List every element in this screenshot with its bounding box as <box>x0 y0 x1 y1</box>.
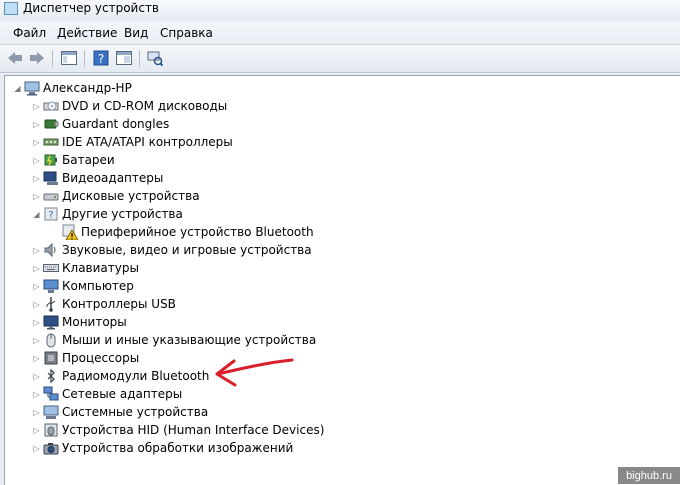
expand-icon[interactable]: ▷ <box>32 133 41 151</box>
bluetooth-icon <box>47 368 55 384</box>
annotation-arrow-icon <box>215 358 294 387</box>
usb-icon <box>46 297 56 312</box>
keyboard-icon <box>43 264 59 272</box>
tree-item[interactable]: ▷ Звуковые, видео и игровые устройства <box>32 241 312 259</box>
menu-file[interactable]: Файл <box>13 26 46 40</box>
warning-device-icon <box>62 224 78 240</box>
tree-item[interactable]: ▷ Компьютер <box>32 277 134 295</box>
battery-icon <box>44 154 57 166</box>
svg-text:?: ? <box>98 52 104 66</box>
processor-icon <box>44 351 58 365</box>
device-tree: ◢ Александр-HP ▷ DVD и CD-ROM дисководы … <box>4 75 680 485</box>
tree-item[interactable]: ▷ Сетевые адаптеры <box>32 385 182 403</box>
tree-item[interactable]: ▷ Дисковые устройства <box>32 187 199 205</box>
toolbar-separator <box>84 50 85 67</box>
tree-item[interactable]: ▷ DVD и CD-ROM дисководы <box>32 97 227 115</box>
show-hide-console-tree-button[interactable] <box>60 49 78 67</box>
menu-bar: Файл Действие Вид Справка <box>0 22 680 45</box>
menu-view[interactable]: Вид <box>124 26 148 40</box>
tree-item[interactable]: ▷ Мыши и иные указывающие устройства <box>32 331 316 349</box>
computer-root-icon <box>24 81 40 96</box>
expand-icon[interactable]: ▷ <box>32 367 41 385</box>
tree-item[interactable]: ▷ Клавиатуры <box>32 259 139 277</box>
window-title: Диспетчер устройств <box>23 1 160 15</box>
help-button[interactable]: ? <box>92 49 110 67</box>
collapse-icon[interactable]: ◢ <box>13 79 22 97</box>
menu-action[interactable]: Действие <box>57 26 117 40</box>
tree-root-label: Александр-HP <box>43 81 132 95</box>
tree-root[interactable]: ◢ Александр-HP <box>13 79 132 97</box>
camera-icon <box>43 443 59 455</box>
scan-hardware-icon <box>147 51 163 66</box>
tree-item[interactable]: ▷ Системные устройства <box>32 403 208 421</box>
title-bar: Диспетчер устройств <box>0 0 680 20</box>
speaker-icon <box>44 242 56 258</box>
display-adapter-icon <box>43 171 58 185</box>
expand-icon[interactable]: ▷ <box>32 115 41 133</box>
expand-icon[interactable]: ▷ <box>32 151 41 169</box>
tree-item[interactable]: ▷ Guardant dongles <box>32 115 169 133</box>
properties-icon <box>116 51 132 65</box>
disk-drive-icon <box>43 193 59 201</box>
collapse-icon[interactable]: ◢ <box>32 205 41 223</box>
tree-item[interactable]: ▷ Радиомодули Bluetooth <box>32 367 209 385</box>
expand-icon[interactable]: ▷ <box>32 277 41 295</box>
device-manager-app-icon <box>4 2 18 15</box>
watermark: bighub.ru <box>618 467 680 484</box>
help-icon: ? <box>93 50 109 66</box>
tree-item[interactable]: ▷ IDE ATA/ATAPI контроллеры <box>32 133 232 151</box>
expand-icon[interactable]: ▷ <box>32 421 41 439</box>
scan-hardware-button[interactable] <box>146 49 164 67</box>
computer-icon <box>43 279 59 293</box>
tree-item[interactable]: ▷ Мониторы <box>32 313 127 331</box>
mouse-icon <box>46 333 56 348</box>
tree-item[interactable]: Периферийное устройство Bluetooth <box>62 223 314 241</box>
toolbar-separator <box>52 50 53 67</box>
properties-button[interactable] <box>115 49 133 67</box>
usb-dongle-icon <box>44 119 59 129</box>
tree-item[interactable]: ▷ Устройства HID (Human Interface Device… <box>32 421 324 439</box>
menu-help[interactable]: Справка <box>160 26 213 40</box>
expand-icon[interactable]: ▷ <box>32 187 41 205</box>
expand-icon[interactable]: ▷ <box>32 259 41 277</box>
back-button[interactable] <box>6 49 24 67</box>
ide-controller-icon <box>43 138 59 146</box>
monitor-icon <box>43 315 59 330</box>
expand-icon[interactable]: ▷ <box>32 349 41 367</box>
expand-icon[interactable]: ▷ <box>32 295 41 313</box>
network-adapter-icon <box>43 386 59 401</box>
tree-item[interactable]: ▷ Устройства обработки изображений <box>32 439 293 457</box>
back-arrow-icon <box>8 52 22 64</box>
expand-icon[interactable]: ▷ <box>32 439 41 457</box>
system-device-icon <box>43 405 59 419</box>
expand-icon[interactable]: ▷ <box>32 241 41 259</box>
toolbar: ? <box>0 45 680 73</box>
expand-icon[interactable]: ▷ <box>32 169 41 187</box>
dvd-drive-icon <box>43 101 59 111</box>
expand-icon[interactable]: ▷ <box>32 403 41 421</box>
svg-text:?: ? <box>48 210 53 221</box>
forward-arrow-icon <box>30 52 44 64</box>
expand-icon[interactable]: ▷ <box>32 313 41 331</box>
tree-item[interactable]: ▷ Контроллеры USB <box>32 295 176 313</box>
hid-icon <box>44 423 58 437</box>
expand-icon[interactable]: ▷ <box>32 331 41 349</box>
tree-item[interactable]: ▷ Процессоры <box>32 349 139 367</box>
console-tree-icon <box>61 51 77 65</box>
unknown-device-icon: ? <box>44 207 58 221</box>
expand-icon[interactable]: ▷ <box>32 97 41 115</box>
tree-item[interactable]: ▷ Батареи <box>32 151 114 169</box>
tree-item[interactable]: ◢ ? Другие устройства <box>32 205 182 223</box>
forward-button[interactable] <box>28 49 46 67</box>
toolbar-separator <box>139 50 140 67</box>
tree-item[interactable]: ▷ Видеоадаптеры <box>32 169 163 187</box>
expand-icon[interactable]: ▷ <box>32 385 41 403</box>
